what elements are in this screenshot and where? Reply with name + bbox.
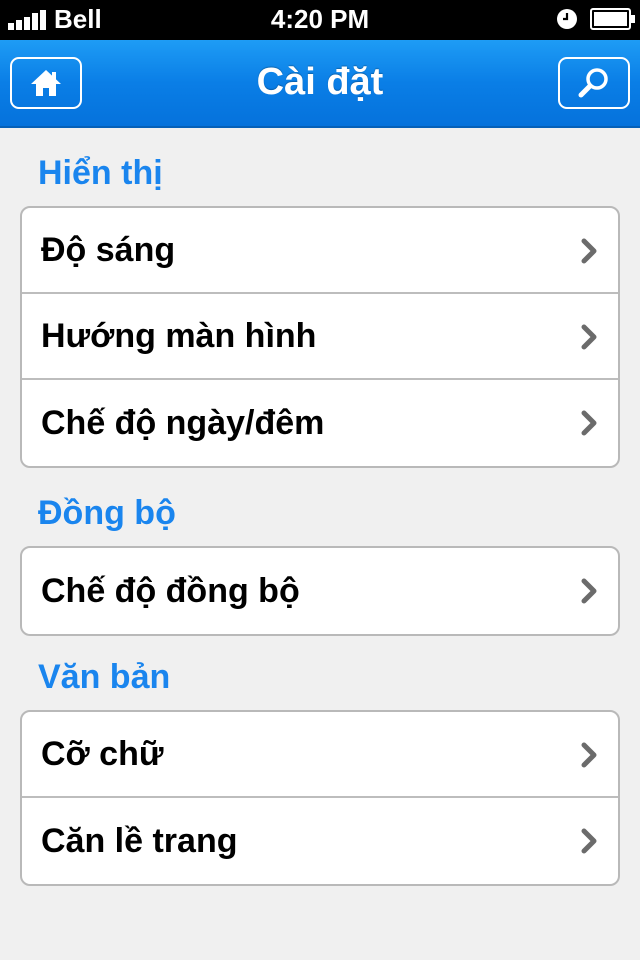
- page-title: Cài đặt: [256, 61, 384, 103]
- section-header-text: Văn bản: [38, 658, 171, 696]
- status-bar: Bell 4:20 PM: [0, 0, 640, 40]
- settings-row-brightness[interactable]: Độ sáng: [22, 208, 618, 294]
- battery-icon: [590, 8, 635, 30]
- clock-icon: [557, 9, 577, 29]
- settings-row-label: Cỡ chữ: [41, 734, 164, 773]
- chevron-right-icon: [581, 238, 597, 264]
- settings-row-orientation[interactable]: Hướng màn hình: [22, 294, 618, 380]
- navigation-bar: Cài đặt: [0, 40, 640, 128]
- settings-row-label: Hướng màn hình: [41, 316, 317, 355]
- settings-row-page-margins[interactable]: Căn lề trang: [22, 798, 618, 884]
- section-header-sync: Đồng bộ: [38, 494, 176, 532]
- chevron-right-icon: [581, 742, 597, 768]
- settings-group-text: Cỡ chữ Căn lề trang: [20, 710, 620, 886]
- chevron-right-icon: [581, 578, 597, 604]
- settings-group-sync: Chế độ đồng bộ: [20, 546, 620, 636]
- settings-row-font-size[interactable]: Cỡ chữ: [22, 712, 618, 798]
- settings-row-label: Độ sáng: [41, 230, 176, 269]
- chevron-right-icon: [581, 324, 597, 350]
- section-header-display: Hiển thị: [38, 154, 163, 192]
- settings-row-label: Chế độ ngày/đêm: [41, 403, 325, 442]
- settings-row-label: Chế độ đồng bộ: [41, 571, 300, 610]
- settings-row-sync-mode[interactable]: Chế độ đồng bộ: [22, 548, 618, 634]
- settings-group-display: Độ sáng Hướng màn hình Chế độ ngày/đêm: [20, 206, 620, 468]
- search-icon: [578, 68, 608, 98]
- chevron-right-icon: [581, 410, 597, 436]
- settings-row-label: Căn lề trang: [41, 821, 238, 860]
- settings-row-day-night-mode[interactable]: Chế độ ngày/đêm: [22, 380, 618, 466]
- chevron-right-icon: [581, 828, 597, 854]
- status-time: 4:20 PM: [270, 4, 370, 34]
- search-button[interactable]: [558, 57, 630, 109]
